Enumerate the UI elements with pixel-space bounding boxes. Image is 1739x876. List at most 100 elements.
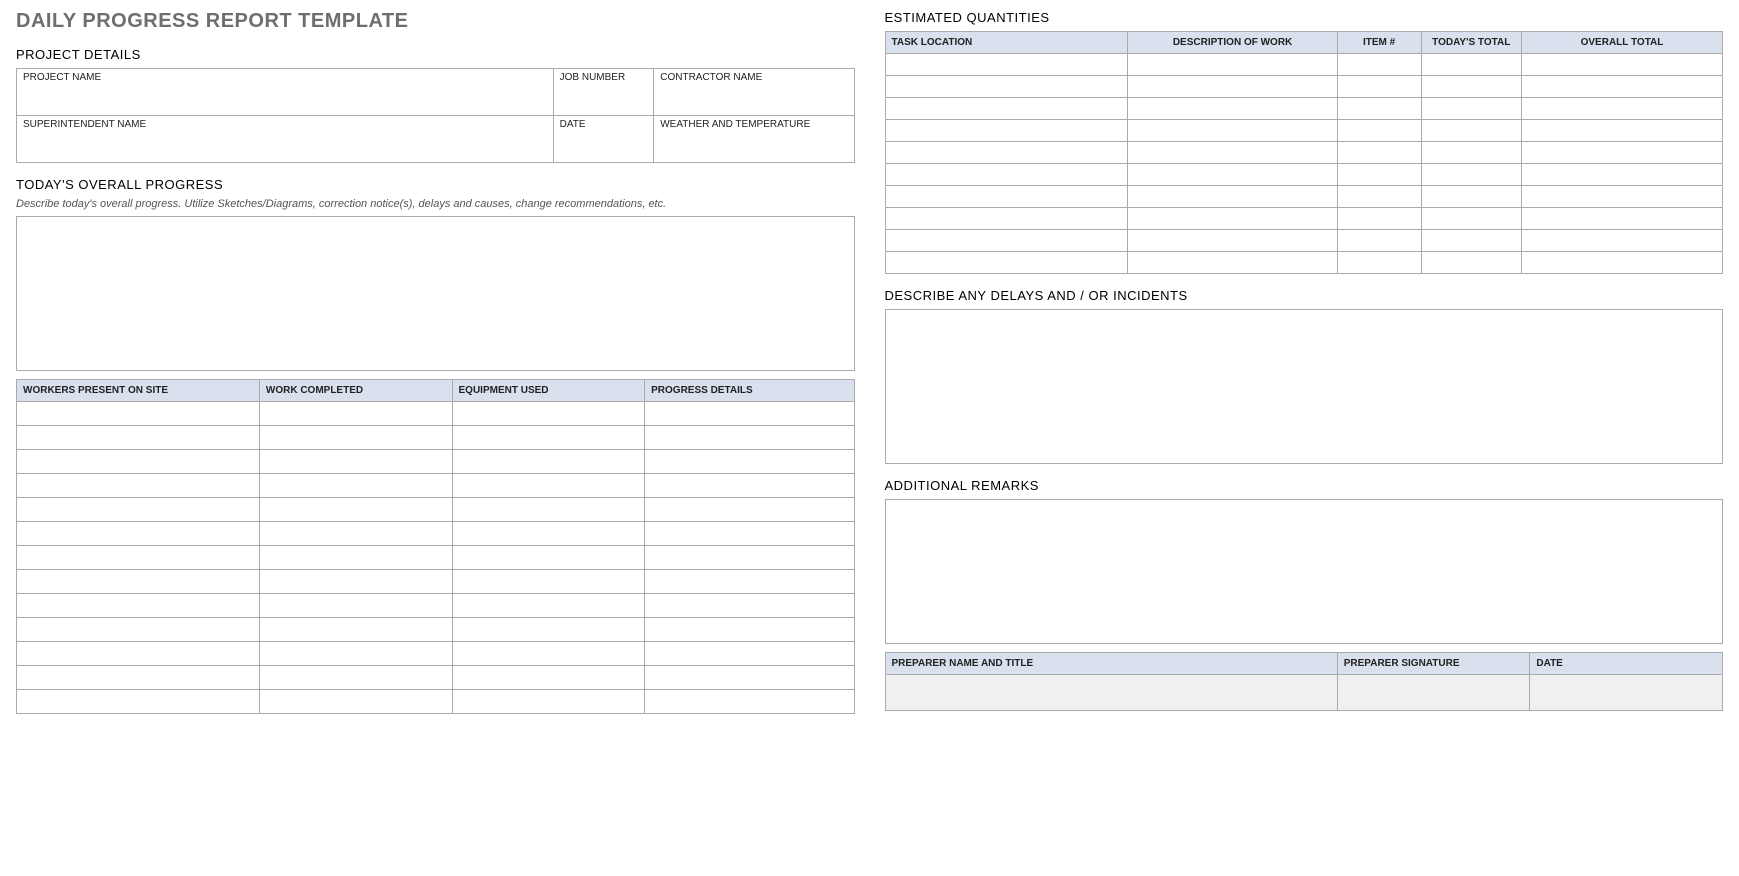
table-cell[interactable] (259, 522, 452, 546)
preparer-name-cell[interactable] (885, 675, 1337, 711)
table-cell[interactable] (645, 546, 854, 570)
table-cell[interactable] (452, 690, 645, 714)
table-cell[interactable] (1421, 76, 1522, 98)
table-cell[interactable] (645, 474, 854, 498)
table-cell[interactable] (1337, 208, 1421, 230)
table-cell[interactable] (1421, 208, 1522, 230)
weather-input[interactable] (653, 133, 855, 163)
table-cell[interactable] (17, 642, 260, 666)
table-cell[interactable] (1337, 54, 1421, 76)
table-cell[interactable] (645, 426, 854, 450)
table-cell[interactable] (645, 402, 854, 426)
table-cell[interactable] (17, 450, 260, 474)
table-cell[interactable] (885, 120, 1128, 142)
table-cell[interactable] (645, 666, 854, 690)
table-cell[interactable] (1337, 252, 1421, 274)
table-cell[interactable] (1337, 142, 1421, 164)
table-cell[interactable] (259, 474, 452, 498)
table-cell[interactable] (1421, 164, 1522, 186)
table-cell[interactable] (1522, 208, 1723, 230)
table-cell[interactable] (452, 642, 645, 666)
table-cell[interactable] (452, 450, 645, 474)
table-cell[interactable] (645, 522, 854, 546)
table-cell[interactable] (452, 594, 645, 618)
table-cell[interactable] (259, 426, 452, 450)
table-cell[interactable] (259, 570, 452, 594)
table-cell[interactable] (1421, 186, 1522, 208)
table-cell[interactable] (452, 522, 645, 546)
table-cell[interactable] (1421, 142, 1522, 164)
table-cell[interactable] (885, 142, 1128, 164)
table-cell[interactable] (17, 546, 260, 570)
table-cell[interactable] (1522, 76, 1723, 98)
table-cell[interactable] (17, 522, 260, 546)
table-cell[interactable] (259, 402, 452, 426)
table-cell[interactable] (259, 666, 452, 690)
table-cell[interactable] (452, 498, 645, 522)
table-cell[interactable] (1421, 252, 1522, 274)
table-cell[interactable] (645, 498, 854, 522)
table-cell[interactable] (885, 230, 1128, 252)
delays-box[interactable] (885, 309, 1724, 464)
table-cell[interactable] (1128, 120, 1337, 142)
table-cell[interactable] (1522, 164, 1723, 186)
table-cell[interactable] (1128, 230, 1337, 252)
table-cell[interactable] (885, 98, 1128, 120)
table-cell[interactable] (452, 546, 645, 570)
table-cell[interactable] (17, 474, 260, 498)
table-cell[interactable] (452, 402, 645, 426)
table-cell[interactable] (17, 666, 260, 690)
project-name-input[interactable] (16, 86, 554, 116)
table-cell[interactable] (645, 642, 854, 666)
table-cell[interactable] (645, 690, 854, 714)
table-cell[interactable] (17, 426, 260, 450)
table-cell[interactable] (452, 426, 645, 450)
table-cell[interactable] (17, 618, 260, 642)
table-cell[interactable] (1522, 186, 1723, 208)
table-cell[interactable] (1128, 98, 1337, 120)
table-cell[interactable] (1337, 230, 1421, 252)
table-cell[interactable] (17, 498, 260, 522)
table-cell[interactable] (1128, 164, 1337, 186)
table-cell[interactable] (1337, 164, 1421, 186)
table-cell[interactable] (1522, 142, 1723, 164)
table-cell[interactable] (1128, 142, 1337, 164)
table-cell[interactable] (885, 208, 1128, 230)
table-cell[interactable] (1522, 54, 1723, 76)
remarks-box[interactable] (885, 499, 1724, 644)
table-cell[interactable] (1337, 120, 1421, 142)
overall-progress-box[interactable] (16, 216, 855, 371)
table-cell[interactable] (1522, 98, 1723, 120)
table-cell[interactable] (885, 252, 1128, 274)
table-cell[interactable] (452, 570, 645, 594)
table-cell[interactable] (1337, 98, 1421, 120)
table-cell[interactable] (259, 690, 452, 714)
table-cell[interactable] (1128, 186, 1337, 208)
table-cell[interactable] (645, 450, 854, 474)
table-cell[interactable] (259, 498, 452, 522)
table-cell[interactable] (259, 546, 452, 570)
table-cell[interactable] (1128, 76, 1337, 98)
table-cell[interactable] (17, 594, 260, 618)
table-cell[interactable] (1421, 230, 1522, 252)
superintendent-input[interactable] (16, 133, 554, 163)
table-cell[interactable] (17, 690, 260, 714)
table-cell[interactable] (259, 618, 452, 642)
table-cell[interactable] (259, 594, 452, 618)
table-cell[interactable] (1421, 54, 1522, 76)
table-cell[interactable] (452, 474, 645, 498)
date-input[interactable] (553, 133, 655, 163)
table-cell[interactable] (1522, 252, 1723, 274)
table-cell[interactable] (885, 186, 1128, 208)
table-cell[interactable] (645, 570, 854, 594)
table-cell[interactable] (452, 618, 645, 642)
table-cell[interactable] (259, 642, 452, 666)
table-cell[interactable] (1128, 54, 1337, 76)
table-cell[interactable] (1522, 120, 1723, 142)
table-cell[interactable] (885, 54, 1128, 76)
table-cell[interactable] (645, 618, 854, 642)
contractor-name-input[interactable] (653, 86, 855, 116)
table-cell[interactable] (1337, 76, 1421, 98)
table-cell[interactable] (259, 450, 452, 474)
job-number-input[interactable] (553, 86, 655, 116)
